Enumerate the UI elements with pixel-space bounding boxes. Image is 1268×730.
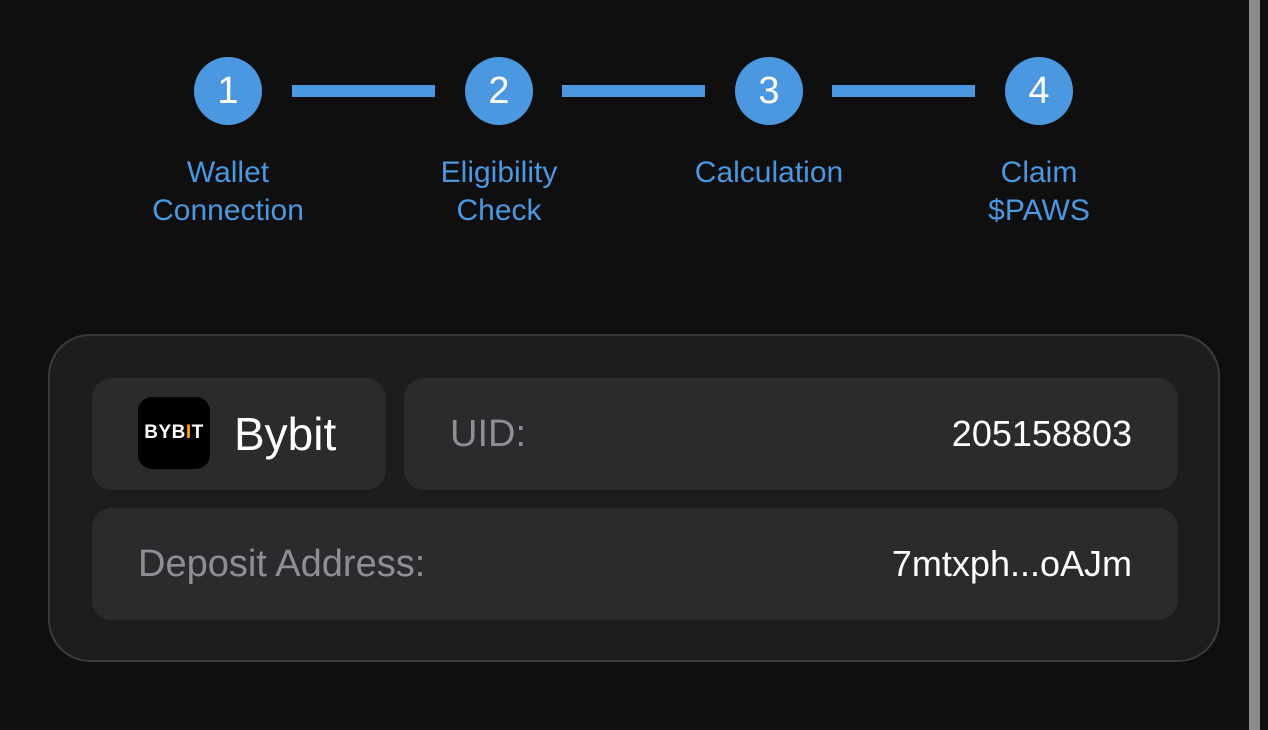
step-connector-3-4 — [832, 85, 975, 97]
uid-tile: UID: 205158803 — [404, 378, 1178, 490]
step-1-indicator: 1 — [194, 57, 262, 125]
step-3-label: Calculation — [649, 154, 889, 192]
step-4-indicator: 4 — [1005, 57, 1073, 125]
logo-text-after: T — [191, 422, 204, 443]
exchange-name: Bybit — [234, 408, 337, 460]
step-2-label-line1: Eligibility — [440, 156, 558, 189]
deposit-address-tile: Deposit Address: 7mtxph...oAJm — [92, 508, 1178, 620]
step-connector-2-3 — [562, 85, 705, 97]
deposit-address-value: 7mtxph...oAJm — [891, 543, 1132, 584]
scrollbar[interactable] — [1249, 0, 1260, 730]
step-2-label: Eligibility Check — [379, 154, 619, 230]
uid-label: UID: — [450, 413, 526, 455]
step-3-indicator: 3 — [735, 57, 803, 125]
logo-text-before: BYB — [144, 422, 186, 443]
wallet-details-card: BYBIT Bybit UID: 205158803 Deposit Addre… — [48, 334, 1220, 662]
step-1-label-line1: Wallet — [186, 156, 270, 189]
bybit-logo-icon: BYBIT — [138, 397, 210, 469]
step-2-label-line2: Check — [456, 194, 542, 227]
deposit-address-label: Deposit Address: — [138, 543, 426, 585]
step-4-label-line1: Claim — [1000, 156, 1078, 189]
uid-value: 205158803 — [951, 413, 1132, 454]
step-3-label-line1: Calculation — [694, 156, 844, 189]
exchange-tile: BYBIT Bybit — [92, 378, 386, 490]
progress-stepper: 1 2 3 4 Wallet Connection Eligibility Ch… — [0, 0, 1268, 260]
step-4-label: Claim $PAWS — [919, 154, 1159, 230]
step-1-label-line2: Connection — [152, 194, 304, 227]
step-connector-1-2 — [292, 85, 435, 97]
step-1-label: Wallet Connection — [108, 154, 348, 230]
step-2-indicator: 2 — [465, 57, 533, 125]
step-4-label-line2: $PAWS — [988, 194, 1090, 227]
